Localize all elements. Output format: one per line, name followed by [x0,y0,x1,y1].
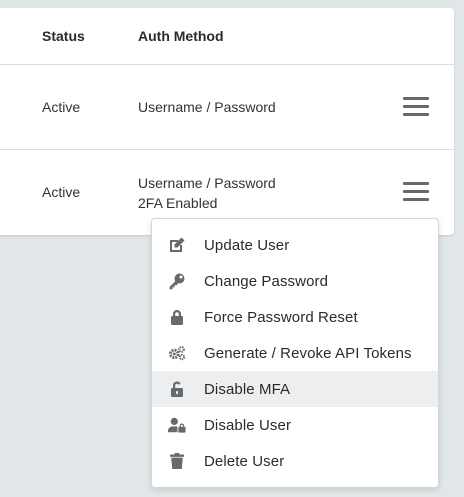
edit-icon [168,236,186,254]
menu-item-label: Update User [204,236,290,254]
status-column-header[interactable]: Status [42,28,85,44]
menu-item-update-user[interactable]: Update User [152,227,438,263]
table-row: Active Username / Password [0,65,454,150]
user-lock-icon [168,416,186,434]
menu-item-label: Force Password Reset [204,308,358,326]
menu-item-label: Disable MFA [204,380,291,398]
menu-item-change-password[interactable]: Change Password [152,263,438,299]
menu-item-label: Change Password [204,272,329,290]
menu-item-disable-mfa[interactable]: Disable MFA [152,371,438,407]
auth-method-cell: Username / Password [138,175,276,191]
menu-item-label: Delete User [204,452,285,470]
menu-item-delete-user[interactable]: Delete User [152,443,438,479]
row-actions-menu-button[interactable] [402,95,430,119]
users-table-card: Status Auth Method Active Username / Pas… [0,8,454,235]
row-actions-dropdown: Update User Change Password Force Passwo… [151,218,439,488]
table-header: Status Auth Method [0,8,454,65]
menu-item-disable-user[interactable]: Disable User [152,407,438,443]
lock-icon [168,308,186,326]
menu-item-force-password-reset[interactable]: Force Password Reset [152,299,438,335]
gears-icon [168,344,186,362]
trash-icon [168,452,186,470]
menu-item-generate-revoke-api-tokens[interactable]: Generate / Revoke API Tokens [152,335,438,371]
menu-item-label: Disable User [204,416,292,434]
key-icon [168,272,186,290]
status-cell: Active [42,184,81,200]
auth-method-2fa-cell: 2FA Enabled [138,195,218,211]
status-cell: Active [42,99,81,115]
row-actions-menu-button[interactable] [402,180,430,204]
auth-method-cell: Username / Password [138,99,276,115]
menu-item-label: Generate / Revoke API Tokens [204,344,412,362]
auth-method-column-header[interactable]: Auth Method [138,28,224,44]
unlock-icon [168,380,186,398]
